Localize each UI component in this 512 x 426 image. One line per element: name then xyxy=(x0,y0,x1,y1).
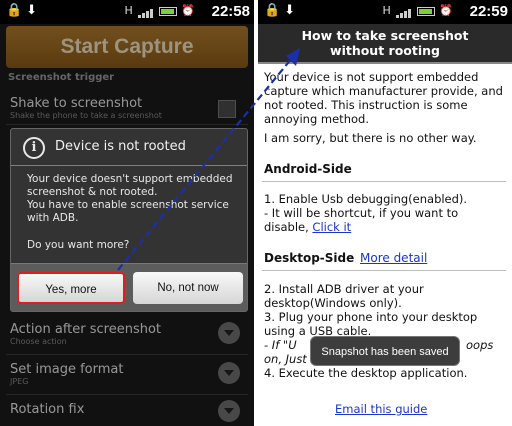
right-phone-screen: 🔒⬇ H ⏰ 22:59 How to take screenshot with… xyxy=(258,0,512,426)
status-bar: 🔒⬇ H ⏰ 22:58 xyxy=(0,0,254,24)
network-type: H xyxy=(124,4,134,17)
more-detail-link[interactable]: More detail xyxy=(360,251,427,265)
notification-icons: 🔒⬇ xyxy=(264,3,300,18)
clock: 22:59 xyxy=(469,3,508,20)
dialog-question: Do you want more? xyxy=(27,239,130,251)
desktop-step-3: 3. Plug your phone into your desktop usi… xyxy=(264,310,478,338)
guide-intro: Your device is not support embedded capt… xyxy=(264,70,503,126)
info-icon: i xyxy=(23,137,45,159)
status-icons: H ⏰ xyxy=(125,4,196,18)
signal-icon xyxy=(396,5,412,18)
battery-icon xyxy=(416,6,435,16)
dialog-message: Your device doesn't support embedded scr… xyxy=(27,173,241,225)
guide-apology: I am sorry, but there is no other way. xyxy=(264,131,477,145)
desktop-note-end: oops xyxy=(466,338,494,352)
desktop-step-4: 4. Execute the desktop application. xyxy=(264,366,468,380)
toast-message: Snapshot has been saved xyxy=(310,336,460,366)
status-bar: 🔒⬇ H ⏰ 22:59 xyxy=(258,0,512,24)
heading-rule xyxy=(262,181,506,182)
signal-icon xyxy=(138,5,154,18)
dialog-message-line: You have to enable screenshot service wi… xyxy=(27,199,229,224)
guide-title-line: How to take screenshot xyxy=(301,28,469,43)
alarm-icon: ⏰ xyxy=(181,4,196,17)
dialog-title-bar: i Device is not rooted xyxy=(11,129,247,165)
email-guide-link[interactable]: Email this guide xyxy=(335,402,427,416)
guide-title-line: without rooting xyxy=(330,43,440,58)
guide-title: How to take screenshot without rooting xyxy=(258,24,512,64)
dialog-message-line: Your device doesn't support embedded scr… xyxy=(27,173,233,198)
notification-icons: 🔒⬇ xyxy=(6,3,42,18)
android-note-text: - It will be shortcut, if you want to di… xyxy=(264,206,459,234)
network-type: H xyxy=(382,4,392,17)
dialog-title: Device is not rooted xyxy=(55,139,186,154)
heading-rule xyxy=(262,270,506,271)
android-step-note: - It will be shortcut, if you want to di… xyxy=(264,206,504,234)
desktop-step-2: 2. Install ADB driver at your desktop(Wi… xyxy=(264,282,424,310)
desktop-side-heading: Desktop-Side xyxy=(264,251,355,265)
left-phone-screen: 🔒⬇ H ⏰ 22:58 Start Capture Screenshot tr… xyxy=(0,0,254,426)
click-it-link[interactable]: Click it xyxy=(312,220,351,234)
desktop-note-start: - If "U xyxy=(264,338,297,352)
dialog-divider xyxy=(11,165,247,166)
android-side-heading: Android-Side xyxy=(264,162,352,176)
yes-more-button[interactable]: Yes, more xyxy=(17,272,125,304)
android-step-1: 1. Enable Usb debugging(enabled). xyxy=(264,192,468,206)
not-rooted-dialog: i Device is not rooted Your device doesn… xyxy=(10,128,248,312)
clock: 22:58 xyxy=(211,3,250,20)
dialog-button-bar: Yes, more No, not now xyxy=(11,263,247,311)
battery-icon xyxy=(158,6,177,16)
alarm-icon: ⏰ xyxy=(439,4,454,17)
status-icons: H ⏰ xyxy=(383,4,454,18)
no-not-now-button[interactable]: No, not now xyxy=(133,272,243,304)
